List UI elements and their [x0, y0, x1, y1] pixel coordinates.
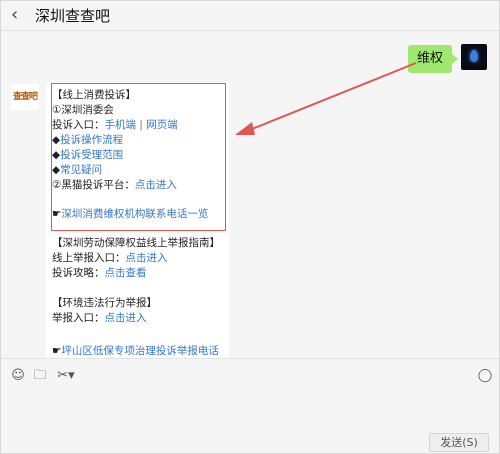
send-button[interactable]: 发送(S)	[429, 433, 489, 452]
chat-window: ‹ 深圳查查吧 维权 查查吧 【线上消费投诉】 ①深圳消委会 投诉入口：手机端 …	[0, 0, 500, 454]
input-toolbar: ☺ 🗀 ✂▾ ◯	[1, 358, 499, 396]
microphone-icon[interactable]: ◯	[477, 368, 493, 384]
arrow-shaft	[246, 62, 417, 132]
message-input[interactable]	[1, 396, 499, 453]
smiley-icon[interactable]: ☺	[10, 368, 26, 384]
scissors-icon[interactable]: ✂▾	[55, 368, 77, 384]
folder-icon[interactable]: 🗀	[32, 368, 48, 384]
arrow-head	[235, 122, 255, 135]
